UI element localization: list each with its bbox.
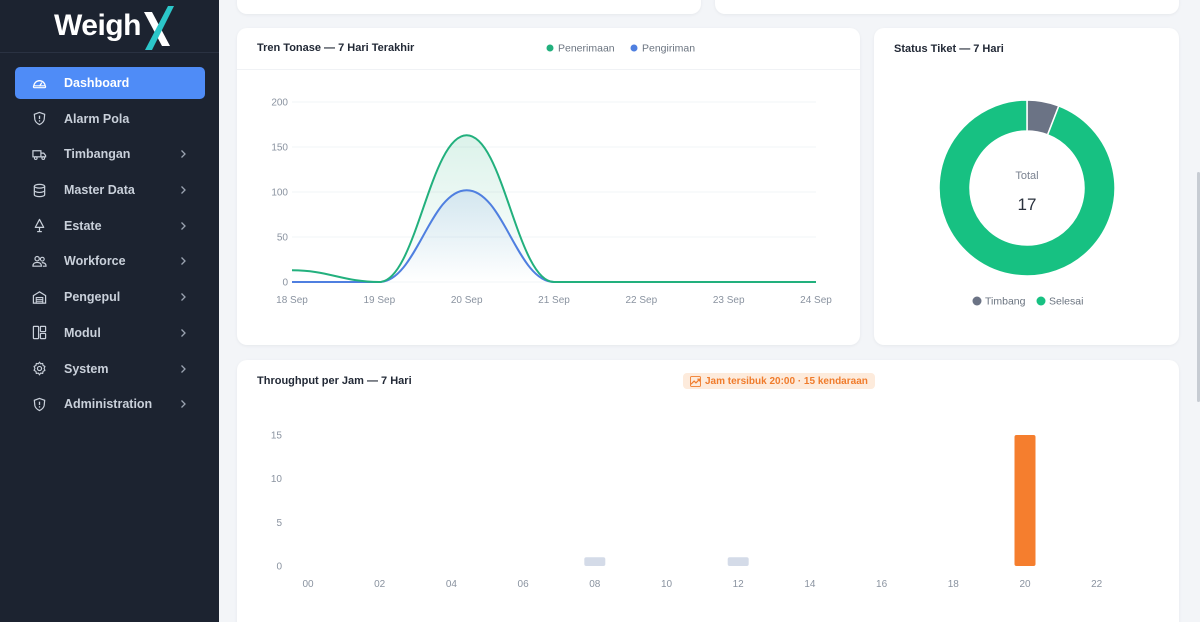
sidebar-item-dashboard[interactable]: Dashboard (15, 67, 205, 99)
chevron-right-icon (181, 150, 186, 159)
layout-icon (31, 325, 47, 341)
dashboard-icon (31, 75, 47, 91)
sidebar-item-administration[interactable]: Administration (15, 388, 205, 420)
status-donut-chart: Total 17 Timbang Selesai (938, 99, 1116, 308)
tree-icon (31, 218, 47, 234)
sidebar-item-pengepul[interactable]: Pengepul (15, 281, 205, 313)
chevron-right-icon (181, 400, 186, 409)
sidebar-item-label: Master Data (64, 183, 135, 198)
series-line-pengiriman (292, 189, 816, 284)
bar-hour-12 (727, 557, 749, 566)
sidebar-item-workforce[interactable]: Workforce (15, 245, 205, 277)
sidebar-item-timbangan[interactable]: Timbangan (15, 138, 205, 170)
sidebar-item-label: Pengepul (64, 290, 121, 305)
x-tick-label: 14 (804, 579, 816, 590)
top-card-right (715, 0, 1179, 14)
y-tick-label: 200 (271, 98, 288, 109)
y-tick-label: 50 (277, 233, 289, 244)
series-area-pengiriman (292, 190, 816, 282)
throughput-bar-chart: 0 5 10 15 00 02 04 06 08 10 12 14 16 18 20 22 (271, 431, 1103, 591)
chevron-right-icon (181, 257, 186, 266)
users-icon (31, 253, 47, 269)
sidebar-item-label: Estate (64, 218, 102, 233)
donut-slice-selesai (938, 99, 1116, 277)
warehouse-icon (31, 289, 47, 305)
x-tick-label: 08 (589, 579, 601, 590)
sidebar-item-system[interactable]: System (15, 353, 205, 385)
y-tick-label: 150 (271, 143, 288, 154)
donut-center-label: Total (1015, 170, 1038, 182)
x-tick-label: 04 (446, 579, 458, 590)
x-tick-label: 24 Sep (800, 295, 832, 306)
series-area-penerimaan (292, 135, 816, 282)
y-tick-label: 100 (271, 188, 288, 199)
x-tick-label: 06 (518, 579, 530, 590)
truck-icon (31, 146, 47, 162)
logo-x-mark (142, 6, 174, 50)
x-tick-label: 21 Sep (538, 295, 570, 306)
legend-dot-timbang (972, 296, 982, 306)
x-tick-label: 16 (876, 579, 888, 590)
x-tick-label: 10 (661, 579, 673, 590)
sidebar-divider (0, 52, 219, 53)
x-tick-label: 19 Sep (363, 295, 395, 306)
y-tick-label: 0 (276, 562, 282, 573)
gear-icon (31, 361, 47, 377)
x-tick-label: 12 (733, 579, 745, 590)
sidebar-item-label: Workforce (64, 254, 126, 269)
x-tick-label: 18 (948, 579, 960, 590)
x-tick-label: 22 Sep (625, 295, 657, 306)
sidebar-item-label: Timbangan (64, 147, 131, 162)
donut-center-value: 17 (1018, 195, 1037, 214)
sidebar-item-label: System (64, 361, 109, 376)
x-tick-label: 22 (1091, 579, 1103, 590)
chevron-right-icon (181, 364, 186, 373)
sidebar-item-label: Modul (64, 325, 101, 340)
sidebar-item-label: Dashboard (64, 76, 130, 90)
sidebar-item-label: Administration (64, 397, 153, 412)
top-card-left (237, 0, 701, 14)
tonnage-line-chart: 0 50 100 150 200 18 Sep 19 Sep 20 Sep 21 Sep 22 S… (271, 43, 832, 307)
x-tick-label: 20 Sep (451, 295, 483, 306)
bar-hour-20 (1014, 435, 1036, 566)
y-tick-label: 10 (271, 474, 283, 485)
x-tick-label: 20 (1019, 579, 1031, 590)
sidebar-item-estate[interactable]: Estate (15, 210, 205, 242)
chevron-right-icon (181, 328, 186, 337)
logo-text: Weigh (54, 9, 141, 42)
sidebar-item-alarm-pola[interactable]: Alarm Pola (15, 103, 205, 135)
y-tick-label: 0 (282, 278, 288, 289)
legend-dot-pengiriman (630, 44, 638, 52)
shield-icon (31, 396, 47, 412)
app-logo[interactable]: Weigh (54, 0, 174, 52)
x-tick-label: 23 Sep (713, 295, 745, 306)
y-tick-label: 5 (276, 518, 282, 529)
chevron-right-icon (181, 293, 186, 302)
legend-label: Selesai (1049, 296, 1083, 308)
legend-label: Timbang (985, 296, 1026, 308)
sidebar-nav: Dashboard Alarm Pola Timbangan Master Data E… (15, 67, 205, 424)
bar-hour-08 (584, 557, 606, 566)
x-tick-label: 18 Sep (276, 295, 308, 306)
y-tick-label: 15 (271, 431, 283, 442)
sidebar-item-master-data[interactable]: Master Data (15, 174, 205, 206)
series-line-penerimaan (291, 134, 816, 284)
sidebar-item-modul[interactable]: Modul (15, 317, 205, 349)
sidebar: Weigh Dashboard Alarm Pola Timbangan Master… (0, 0, 219, 622)
legend-label: Pengiriman (642, 43, 695, 55)
x-tick-label: 00 (302, 579, 314, 590)
legend-label: Penerimaan (558, 43, 615, 55)
chevron-right-icon (181, 221, 186, 230)
shield-alert-icon (31, 111, 47, 127)
sidebar-item-label: Alarm Pola (64, 111, 130, 126)
legend-dot-penerimaan (546, 44, 554, 52)
legend-dot-selesai (1036, 296, 1046, 306)
chevron-right-icon (181, 186, 186, 195)
database-icon (31, 182, 47, 198)
x-tick-label: 02 (374, 579, 386, 590)
